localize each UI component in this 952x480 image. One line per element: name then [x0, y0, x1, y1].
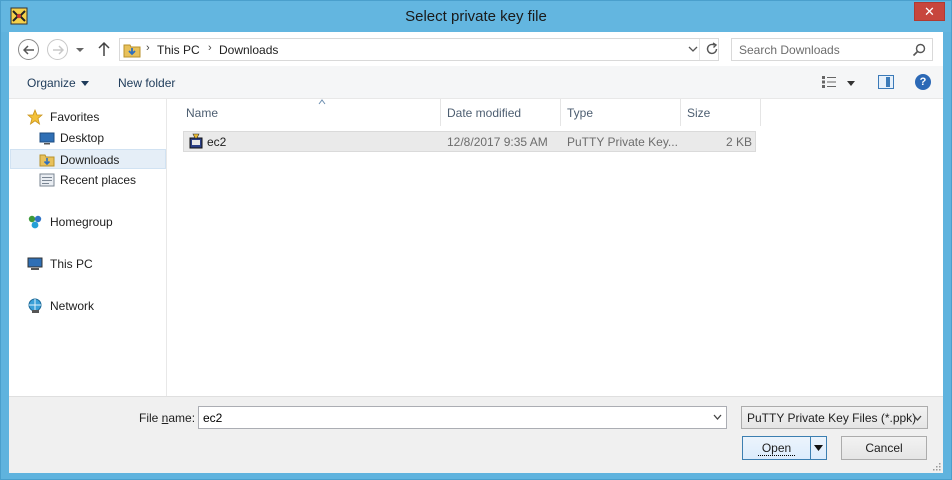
close-button[interactable]: ✕ — [914, 2, 945, 21]
search-placeholder: Search Downloads — [739, 43, 840, 57]
nav-item-desktop[interactable]: Desktop — [17, 128, 165, 148]
desktop-icon — [39, 132, 55, 145]
recent-places-icon — [39, 173, 55, 187]
search-input[interactable]: Search Downloads — [731, 38, 933, 61]
homegroup-icon — [28, 215, 42, 229]
chevron-down-icon[interactable] — [688, 44, 698, 54]
nav-item-this-pc[interactable]: This PC — [17, 254, 165, 274]
divider — [699, 39, 700, 60]
computer-icon — [27, 257, 43, 270]
network-icon — [28, 298, 42, 313]
view-details-icon[interactable] — [821, 75, 837, 89]
cancel-button[interactable]: Cancel — [841, 436, 927, 460]
nav-label: Desktop — [60, 131, 105, 145]
new-folder-button[interactable]: New folder — [118, 76, 175, 90]
nav-item-homegroup[interactable]: Homegroup — [17, 212, 165, 232]
file-name-cell: ec2 — [207, 135, 227, 149]
address-bar[interactable]: › This PC › Downloads — [119, 38, 719, 61]
caret-down-icon — [80, 81, 89, 87]
file-list: Name Date modified Type Size ec2 12/8/20… — [168, 99, 943, 396]
open-label: Open — [757, 441, 796, 456]
organize-label: Organize — [27, 76, 76, 90]
breadcrumb-this-pc[interactable]: This PC — [157, 43, 200, 57]
column-header-size[interactable]: Size — [680, 99, 760, 126]
column-header-label: Size — [687, 106, 711, 120]
file-name-label-part: File — [139, 411, 162, 425]
table-row[interactable]: ec2 12/8/2017 9:35 AM PuTTY Private Key.… — [183, 131, 756, 152]
open-button[interactable]: Open — [742, 436, 827, 460]
downloads-folder-icon — [39, 154, 55, 167]
file-date-cell: 12/8/2017 9:35 AM — [447, 135, 548, 149]
file-name-combobox[interactable] — [198, 406, 727, 429]
nav-label: Favorites — [50, 110, 100, 124]
column-header-name[interactable]: Name — [179, 99, 440, 126]
breadcrumb-separator-icon[interactable]: › — [208, 42, 212, 54]
nav-label: Homegroup — [50, 215, 113, 229]
title-bar[interactable]: Select private key file ✕ — [1, 1, 951, 32]
window-title: Select private key file — [405, 8, 547, 25]
putty-key-icon — [189, 133, 203, 149]
view-options-caret-icon[interactable] — [847, 81, 855, 86]
forward-button[interactable] — [47, 39, 68, 60]
help-icon[interactable]: ? — [915, 74, 931, 90]
downloads-folder-icon — [123, 44, 141, 58]
column-header-label: Name — [186, 106, 219, 120]
filter-label: PuTTY Private Key Files (*.ppk) — [747, 411, 917, 425]
back-button[interactable] — [18, 39, 39, 60]
open-button-main[interactable]: Open — [743, 437, 811, 459]
file-type-cell: PuTTY Private Key... — [567, 135, 678, 149]
bottom-panel: File name: PuTTY Private Key Files (*.pp… — [9, 396, 943, 473]
file-name-field[interactable] — [203, 411, 703, 425]
nav-item-favorites[interactable]: Favorites — [17, 107, 165, 127]
column-separator[interactable] — [760, 99, 761, 126]
column-header-date[interactable]: Date modified — [440, 99, 560, 126]
column-header-type[interactable]: Type — [560, 99, 680, 126]
refresh-icon[interactable] — [705, 42, 719, 56]
nav-item-downloads[interactable]: Downloads — [10, 149, 166, 169]
nav-label: Network — [50, 299, 95, 313]
dialog-window: Select private key file ✕ › This PC › Do… — [0, 0, 952, 480]
search-icon — [912, 43, 926, 57]
resize-grip-icon[interactable] — [931, 461, 941, 471]
forward-arrow-icon — [52, 44, 64, 55]
file-name-label: File name: — [139, 411, 195, 425]
nav-item-recent-places[interactable]: Recent places — [17, 170, 165, 190]
file-size-cell: 2 KB — [725, 135, 752, 149]
column-header-label: Type — [567, 106, 594, 120]
recent-locations-chevron-icon[interactable] — [75, 42, 85, 56]
breadcrumb-separator-icon[interactable]: › — [146, 42, 150, 54]
column-header-label: Date modified — [447, 106, 522, 120]
file-type-filter[interactable]: PuTTY Private Key Files (*.ppk) — [741, 406, 928, 429]
up-arrow-icon[interactable] — [97, 41, 111, 57]
chevron-down-icon[interactable] — [713, 414, 722, 420]
organize-button[interactable]: Organize — [27, 76, 89, 90]
command-toolbar: Organize New folder ? — [9, 66, 943, 99]
file-name-label-part: ame: — [168, 411, 196, 425]
nav-label: Recent places — [60, 173, 137, 187]
nav-item-network[interactable]: Network — [17, 296, 165, 316]
preview-pane-icon[interactable] — [878, 75, 894, 89]
dialog-client: › This PC › Downloads Search Downloads O… — [9, 32, 943, 473]
chevron-down-icon — [913, 415, 922, 421]
breadcrumb-downloads[interactable]: Downloads — [219, 43, 278, 57]
split-caret-icon[interactable] — [814, 445, 823, 451]
star-icon — [27, 109, 43, 125]
nav-label: This PC — [50, 257, 93, 271]
nav-label: Downloads — [60, 153, 120, 167]
navigation-pane: Favorites Desktop Downloads Recent place… — [9, 99, 167, 396]
back-arrow-icon — [22, 44, 34, 55]
sort-ascending-icon — [318, 99, 326, 105]
address-row: › This PC › Downloads Search Downloads — [9, 32, 943, 66]
